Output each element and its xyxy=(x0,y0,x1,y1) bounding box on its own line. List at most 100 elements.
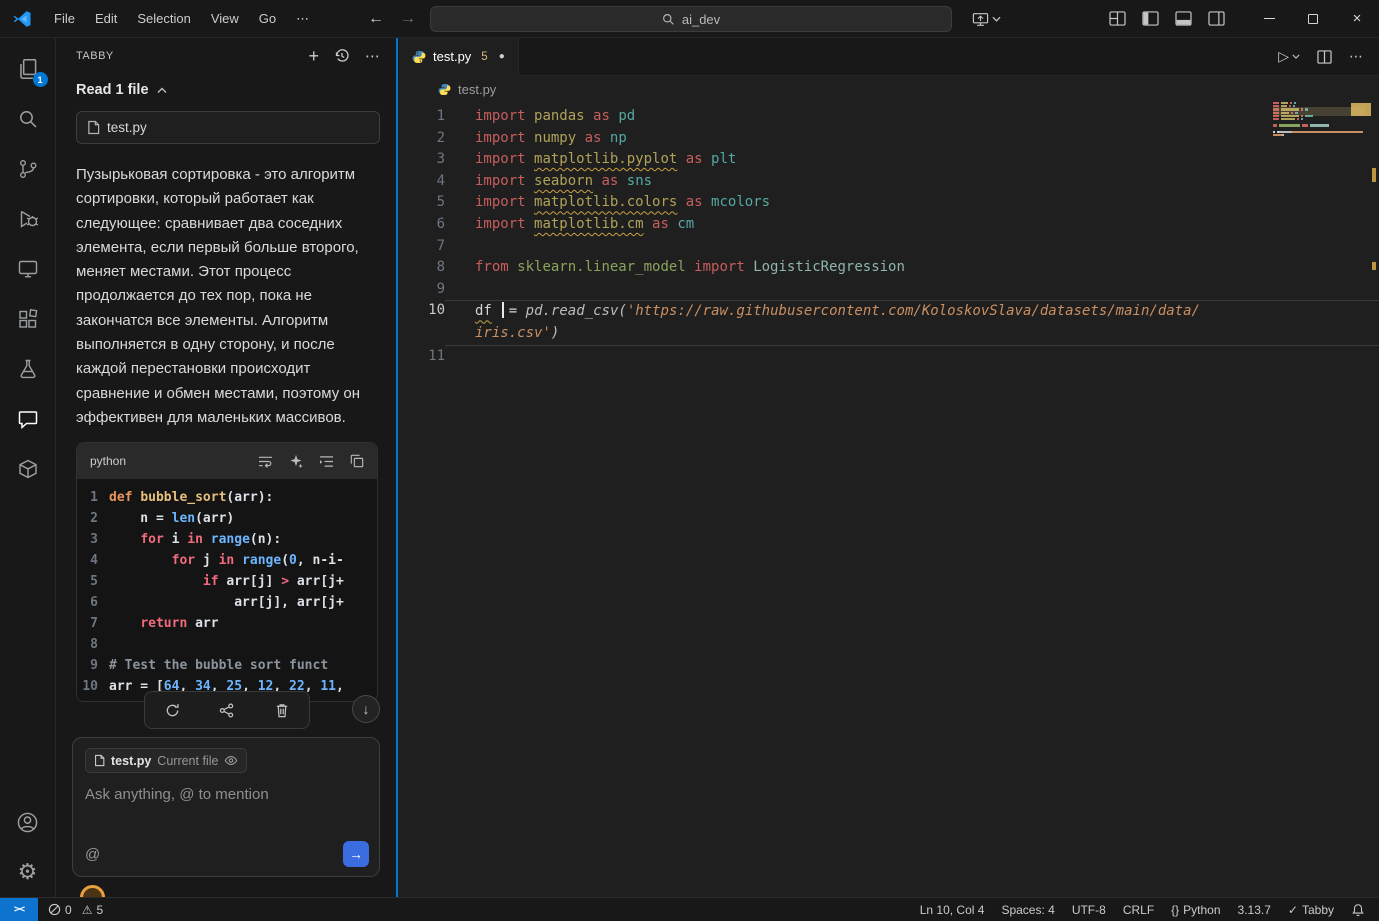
warning-count: 5 xyxy=(96,903,103,917)
chevron-down-icon xyxy=(992,16,1001,22)
send-arrow-icon: → xyxy=(349,846,363,862)
share-button[interactable] xyxy=(207,695,247,725)
chat-bubble-icon xyxy=(16,407,40,431)
activity-run-debug[interactable] xyxy=(0,194,56,244)
close-button[interactable]: × xyxy=(1335,0,1379,38)
chat-input-box[interactable]: test.py Current file Ask anything, @ to … xyxy=(72,737,380,877)
menu-edit[interactable]: Edit xyxy=(85,0,127,38)
delete-button[interactable] xyxy=(262,695,302,725)
activity-search[interactable] xyxy=(0,94,56,144)
word-wrap-icon[interactable] xyxy=(258,455,273,468)
code-language-label: python xyxy=(90,454,126,468)
breadcrumb-file[interactable]: test.py xyxy=(458,82,496,97)
activity-extensions[interactable] xyxy=(0,294,56,344)
indentation-status[interactable]: Spaces: 4 xyxy=(1001,903,1054,917)
editor-code-area[interactable]: 1import pandas as pd2import numpy as np3… xyxy=(396,102,1379,367)
vscode-logo-icon xyxy=(12,9,32,29)
overview-ruler-warning-mark xyxy=(1372,262,1376,270)
toggle-panel-icon[interactable] xyxy=(1175,11,1192,26)
read-files-toggle[interactable]: Read 1 file xyxy=(76,82,380,98)
run-python-button[interactable]: ▷ xyxy=(1278,48,1300,65)
tabby-label: Tabby xyxy=(1302,903,1334,917)
scroll-to-bottom-button[interactable]: ↓ xyxy=(352,695,380,723)
code-block-content[interactable]: 1def bubble_sort(arr):2 n = len(arr)3 fo… xyxy=(77,479,377,701)
activity-remote-explorer[interactable] xyxy=(0,244,56,294)
menu-bar: File Edit Selection View Go ⋯ xyxy=(44,0,319,38)
history-icon[interactable] xyxy=(334,48,350,64)
context-file-name: test.py xyxy=(111,754,151,768)
accounts-button[interactable] xyxy=(0,797,56,847)
more-actions-icon[interactable]: ⋯ xyxy=(365,49,380,64)
toggle-sidebar-left-icon[interactable] xyxy=(1142,11,1159,26)
split-editor-icon[interactable] xyxy=(1317,50,1332,64)
activity-package[interactable] xyxy=(0,444,56,494)
tabby-status[interactable]: ✓ Tabby xyxy=(1288,903,1334,917)
activity-explorer[interactable]: 1 xyxy=(0,44,56,94)
copy-icon[interactable] xyxy=(350,454,364,468)
remote-indicator[interactable]: >< xyxy=(0,898,38,921)
remote-icon: >< xyxy=(14,904,24,915)
insert-at-cursor-icon[interactable] xyxy=(319,455,334,468)
more-actions-icon[interactable]: ⋯ xyxy=(1349,48,1363,65)
tab-problems-badge: 5 xyxy=(481,51,487,63)
code-line: 8from sklearn.linear_model import Logist… xyxy=(396,257,1379,279)
activity-chat-tabby[interactable] xyxy=(0,394,56,444)
maximize-button[interactable] xyxy=(1291,0,1335,38)
magic-sparkle-icon[interactable] xyxy=(289,454,303,468)
breadcrumb[interactable]: test.py xyxy=(396,76,1379,102)
tab-dirty-indicator[interactable]: ● xyxy=(499,51,505,62)
editor-actions: ▷ ⋯ xyxy=(1278,48,1379,65)
code-line: 6 arr[j], arr[j+ xyxy=(77,592,377,613)
run-debug-icon xyxy=(16,207,40,231)
sidebar-resize-sash[interactable] xyxy=(396,38,398,897)
language-mode-status[interactable]: {} Python xyxy=(1171,903,1220,917)
tab-test-py[interactable]: test.py 5 ● xyxy=(399,38,519,76)
eye-icon[interactable] xyxy=(224,755,238,766)
customize-layout-icon[interactable] xyxy=(1109,11,1126,26)
gear-icon: ⚙ xyxy=(18,861,38,883)
cursor-position-status[interactable]: Ln 10, Col 4 xyxy=(920,903,985,917)
error-count: 0 xyxy=(65,903,72,917)
code-line: 9# Test the bubble sort funct xyxy=(77,655,377,676)
mention-icon[interactable]: @ xyxy=(85,846,100,863)
regenerate-button[interactable] xyxy=(152,695,192,725)
screencast-control[interactable] xyxy=(972,0,1001,38)
toggle-sidebar-right-icon[interactable] xyxy=(1208,11,1225,26)
new-chat-icon[interactable]: + xyxy=(308,47,319,65)
menu-more[interactable]: ⋯ xyxy=(286,0,319,38)
context-file-chip[interactable]: test.py Current file xyxy=(85,748,247,773)
eol-status[interactable]: CRLF xyxy=(1123,903,1154,917)
code-line: 1import pandas as pd xyxy=(396,106,1379,128)
cast-icon xyxy=(972,12,989,27)
back-icon[interactable]: ← xyxy=(368,10,384,28)
command-center-search[interactable]: ai_dev xyxy=(430,6,952,32)
code-line: 1def bubble_sort(arr): xyxy=(77,487,377,508)
python-interpreter-status[interactable]: 3.13.7 xyxy=(1238,903,1271,917)
send-button[interactable]: → xyxy=(343,841,369,867)
code-line: 2import numpy as np xyxy=(396,128,1379,150)
vscode-window: File Edit Selection View Go ⋯ ← → ai_dev xyxy=(0,0,1379,921)
menu-selection[interactable]: Selection xyxy=(127,0,200,38)
panel-title: TABBY xyxy=(76,50,114,62)
file-icon xyxy=(94,754,105,767)
notifications-bell-icon[interactable] xyxy=(1351,903,1365,917)
minimap[interactable] xyxy=(1273,102,1365,140)
read-file-chip[interactable]: test.py xyxy=(76,111,380,144)
menu-view[interactable]: View xyxy=(201,0,249,38)
minimize-button[interactable] xyxy=(1247,0,1291,38)
code-line: 8 xyxy=(77,634,377,655)
tab-label: test.py xyxy=(433,49,471,64)
chevron-up-icon xyxy=(157,87,167,94)
menu-go[interactable]: Go xyxy=(249,0,286,38)
menu-file[interactable]: File xyxy=(44,0,85,38)
read-files-label: Read 1 file xyxy=(76,82,149,98)
play-icon: ▷ xyxy=(1278,48,1289,65)
settings-button[interactable]: ⚙ xyxy=(0,847,56,897)
encoding-status[interactable]: UTF-8 xyxy=(1072,903,1106,917)
activity-source-control[interactable] xyxy=(0,144,56,194)
code-block-header: python xyxy=(77,443,377,479)
testing-beaker-icon xyxy=(16,357,40,381)
problems-status[interactable]: 0 ⚠ 5 xyxy=(48,903,103,917)
forward-icon[interactable]: → xyxy=(400,10,416,28)
activity-testing[interactable] xyxy=(0,344,56,394)
